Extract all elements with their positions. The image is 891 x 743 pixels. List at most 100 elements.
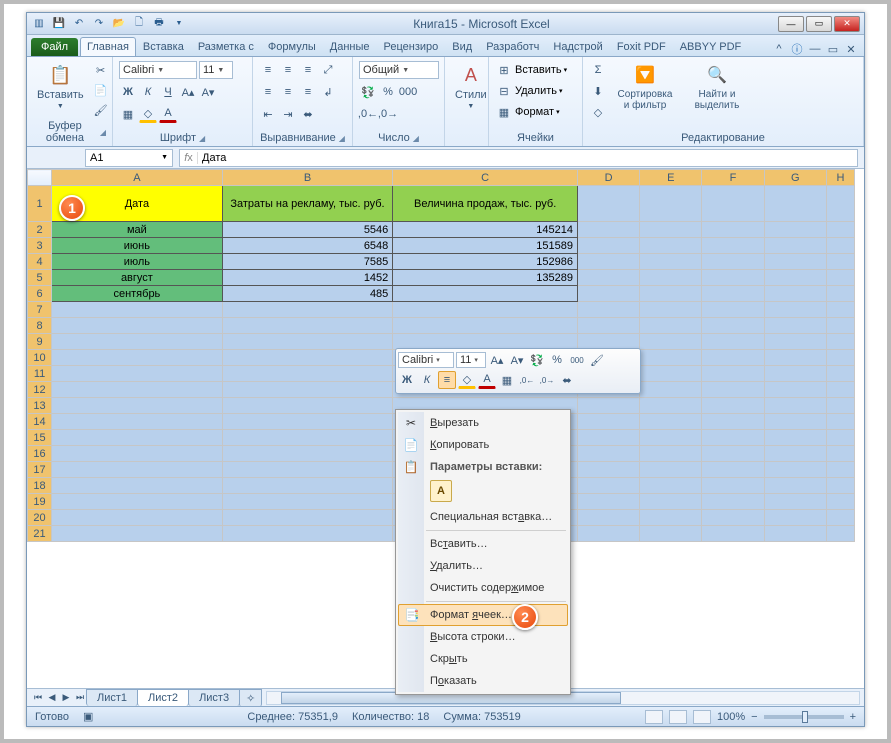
cell[interactable]: [826, 398, 854, 414]
cell[interactable]: [764, 446, 826, 462]
cell[interactable]: [577, 414, 639, 430]
new-sheet-button[interactable]: ✧: [239, 689, 262, 707]
cell[interactable]: [52, 318, 223, 334]
mini-currency-icon[interactable]: 💱: [528, 351, 546, 369]
autosum-icon[interactable]: Σ: [589, 61, 607, 79]
cell[interactable]: [826, 510, 854, 526]
cell[interactable]: [52, 414, 223, 430]
cell[interactable]: [702, 430, 764, 446]
cells-format-button[interactable]: ▦Формат▾: [495, 103, 560, 121]
cell[interactable]: [826, 478, 854, 494]
mini-comma-icon[interactable]: 000: [568, 351, 586, 369]
cell[interactable]: [764, 186, 826, 222]
cell[interactable]: [52, 430, 223, 446]
decrease-indent-icon[interactable]: ⇤: [259, 105, 277, 123]
cell[interactable]: [222, 414, 393, 430]
maximize-button[interactable]: ▭: [806, 16, 832, 32]
row-header-14[interactable]: 14: [28, 414, 52, 430]
minimize-button[interactable]: —: [778, 16, 804, 32]
cell[interactable]: [640, 318, 702, 334]
font-color-icon[interactable]: A: [159, 105, 177, 123]
cell[interactable]: [52, 446, 223, 462]
percent-icon[interactable]: %: [379, 83, 397, 101]
mini-merge-icon[interactable]: ⬌: [558, 371, 576, 389]
fx-button[interactable]: fx: [180, 152, 198, 164]
cell[interactable]: 1452: [222, 270, 393, 286]
mini-font-combo[interactable]: Calibri▾: [398, 352, 454, 368]
cell[interactable]: [222, 350, 393, 366]
cell[interactable]: 7585: [222, 254, 393, 270]
cell[interactable]: 485: [222, 286, 393, 302]
cell[interactable]: [222, 510, 393, 526]
cell[interactable]: июнь: [52, 238, 223, 254]
borders-icon[interactable]: ▦: [119, 105, 137, 123]
mini-size-combo[interactable]: 11▾: [456, 352, 486, 368]
col-header-H[interactable]: H: [826, 170, 854, 186]
currency-icon[interactable]: 💱: [359, 83, 377, 101]
cell[interactable]: [52, 478, 223, 494]
cell[interactable]: [702, 462, 764, 478]
row-header-10[interactable]: 10: [28, 350, 52, 366]
cell[interactable]: [393, 286, 578, 302]
cell[interactable]: [577, 398, 639, 414]
cell[interactable]: [640, 382, 702, 398]
orientation-icon[interactable]: ⤢: [319, 61, 337, 79]
italic-button[interactable]: К: [139, 83, 157, 101]
decrease-decimal-icon[interactable]: ,0→: [379, 105, 397, 123]
cell[interactable]: Величина продаж, тыс. руб.: [393, 186, 578, 222]
cell[interactable]: [52, 462, 223, 478]
cell[interactable]: [577, 510, 639, 526]
qat-print-icon[interactable]: 🖶: [151, 16, 167, 32]
ctx-copy[interactable]: 📄Копировать: [398, 434, 568, 456]
font-name-combo[interactable]: Calibri▼: [119, 61, 197, 79]
tab-view[interactable]: Вид: [445, 37, 479, 56]
close-button[interactable]: ✕: [834, 16, 860, 32]
cell[interactable]: [52, 526, 223, 542]
shrink-font-icon[interactable]: A▾: [199, 83, 217, 101]
row-header-18[interactable]: 18: [28, 478, 52, 494]
mini-fill-color-icon[interactable]: ◇: [458, 371, 476, 389]
cell[interactable]: [764, 302, 826, 318]
workbook-min-icon[interactable]: —: [808, 42, 822, 56]
cell[interactable]: [702, 286, 764, 302]
cell[interactable]: [826, 414, 854, 430]
col-header-F[interactable]: F: [702, 170, 764, 186]
mini-bold-button[interactable]: Ж: [398, 371, 416, 389]
cell[interactable]: [826, 254, 854, 270]
cut-icon[interactable]: ✂: [92, 61, 110, 79]
cell[interactable]: [640, 334, 702, 350]
cell[interactable]: [640, 270, 702, 286]
row-header-19[interactable]: 19: [28, 494, 52, 510]
row-header-13[interactable]: 13: [28, 398, 52, 414]
cell[interactable]: [702, 238, 764, 254]
ctx-cut[interactable]: ✂Вырезать: [398, 412, 568, 434]
sort-filter-button[interactable]: 🔽 Сортировка и фильтр: [611, 61, 679, 113]
cell[interactable]: [764, 238, 826, 254]
cell[interactable]: 145214: [393, 222, 578, 238]
bold-button[interactable]: Ж: [119, 83, 137, 101]
cell[interactable]: [222, 334, 393, 350]
row-header-2[interactable]: 2: [28, 222, 52, 238]
cell[interactable]: [577, 318, 639, 334]
row-header-12[interactable]: 12: [28, 382, 52, 398]
ctx-show[interactable]: Показать: [398, 670, 568, 692]
cell[interactable]: [826, 526, 854, 542]
cell[interactable]: [640, 302, 702, 318]
cells-insert-button[interactable]: ⊞Вставить▾: [495, 61, 567, 79]
fill-color-icon[interactable]: ◇: [139, 105, 157, 123]
cell[interactable]: [640, 222, 702, 238]
sheet-tab-3[interactable]: Лист3: [188, 689, 240, 706]
zoom-out-icon[interactable]: −: [751, 711, 757, 723]
find-select-button[interactable]: 🔍 Найти и выделить: [683, 61, 751, 113]
tab-data[interactable]: Данные: [323, 37, 377, 56]
row-header-5[interactable]: 5: [28, 270, 52, 286]
cell[interactable]: [640, 398, 702, 414]
view-normal-icon[interactable]: [645, 710, 663, 724]
col-header-A[interactable]: A: [52, 170, 223, 186]
cell[interactable]: [702, 186, 764, 222]
cell[interactable]: [764, 382, 826, 398]
cell[interactable]: [577, 238, 639, 254]
paste-button[interactable]: 📋 Вставить ▼: [33, 61, 88, 112]
cell[interactable]: [702, 526, 764, 542]
cell[interactable]: [702, 398, 764, 414]
